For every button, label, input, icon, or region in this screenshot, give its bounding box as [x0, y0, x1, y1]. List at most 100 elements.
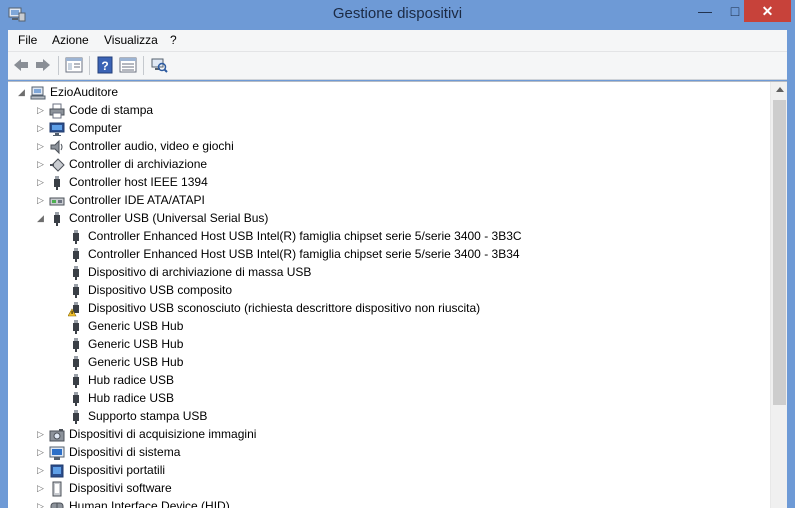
tree-node-label: Generic USB Hub: [88, 355, 184, 369]
tree-device[interactable]: Controller Enhanced Host USB Intel(R) fa…: [8, 246, 768, 264]
properties-view-icon[interactable]: [65, 56, 83, 74]
tree-node-label: Generic USB Hub: [88, 337, 184, 351]
toolbar-separator: [58, 56, 59, 75]
tree-category[interactable]: ▷ Dispositivi di sistema: [8, 444, 768, 462]
printer-icon: [49, 103, 65, 119]
tree-device[interactable]: Generic USB Hub: [8, 318, 768, 336]
expand-arrow-icon[interactable]: ▷: [37, 160, 45, 169]
forward-icon[interactable]: [34, 56, 52, 74]
toolbar-separator: [89, 56, 90, 75]
computer-icon: [49, 122, 65, 136]
scan-hardware-icon[interactable]: [150, 56, 168, 74]
close-button[interactable]: ✕: [744, 0, 791, 22]
software-device-icon: [52, 481, 62, 497]
tree-device[interactable]: Generic USB Hub: [8, 336, 768, 354]
minimize-button[interactable]: —: [688, 0, 722, 22]
vertical-scrollbar[interactable]: [770, 82, 787, 508]
tree-node-label: Dispositivo USB sconosciuto (richiesta d…: [88, 301, 481, 315]
title-bar[interactable]: Gestione dispositivi — □ ✕: [0, 0, 795, 30]
back-icon[interactable]: [12, 56, 30, 74]
scroll-thumb[interactable]: [773, 100, 786, 405]
tree-node-label: Dispositivi di acquisizione immagini: [69, 427, 257, 441]
usb-plug-icon: [54, 212, 60, 226]
storage-controller-icon: [50, 158, 65, 172]
tree-category[interactable]: ▷ Code di stampa: [8, 102, 768, 120]
usb-plug-icon: [54, 176, 60, 190]
help-icon[interactable]: ?: [96, 56, 114, 74]
tree-device[interactable]: Supporto stampa USB: [8, 408, 768, 426]
tree-category[interactable]: ◢ Controller USB (Universal Serial Bus): [8, 210, 768, 228]
tree-device[interactable]: Dispositivo di archiviazione di massa US…: [8, 264, 768, 282]
tree-category[interactable]: ▷ Computer: [8, 120, 768, 138]
camera-icon: [49, 429, 65, 442]
device-view-icon[interactable]: [119, 56, 137, 74]
expand-arrow-icon[interactable]: ▷: [37, 448, 45, 457]
collapse-arrow-icon[interactable]: ◢: [18, 88, 26, 97]
menu-help[interactable]: ?: [170, 33, 177, 47]
tree-device[interactable]: Dispositivo USB sconosciuto (richiesta d…: [8, 300, 768, 318]
tree-category[interactable]: ▷ Controller host IEEE 1394: [8, 174, 768, 192]
tree-node-label: Dispositivi software: [69, 481, 172, 495]
usb-plug-icon: [73, 266, 79, 280]
scroll-up-arrow-icon[interactable]: [776, 87, 784, 92]
expand-arrow-icon[interactable]: ▷: [37, 106, 45, 115]
tree-device[interactable]: Hub radice USB: [8, 390, 768, 408]
ide-controller-icon: [49, 197, 65, 206]
usb-plug-icon: [73, 230, 79, 244]
speaker-icon: [50, 139, 63, 155]
tree-node-label: Controller audio, video e giochi: [69, 139, 234, 153]
toolbar-separator: [143, 56, 144, 75]
tree-node-label: Controller Enhanced Host USB Intel(R) fa…: [88, 247, 520, 261]
usb-plug-icon: [73, 338, 79, 352]
tree-node-label: Generic USB Hub: [88, 319, 184, 333]
tree-node-label: Controller di archiviazione: [69, 157, 208, 171]
expand-arrow-icon[interactable]: ▷: [37, 196, 45, 205]
tree-device[interactable]: Generic USB Hub: [8, 354, 768, 372]
menu-azione[interactable]: Azione: [52, 33, 89, 47]
tree-node-label: Controller USB (Universal Serial Bus): [69, 211, 269, 225]
menu-visualizza[interactable]: Visualizza: [104, 33, 158, 47]
collapse-arrow-icon[interactable]: ◢: [37, 214, 45, 223]
expand-arrow-icon[interactable]: ▷: [37, 124, 45, 133]
usb-plug-icon: [73, 248, 79, 262]
expand-arrow-icon[interactable]: ▷: [37, 466, 45, 475]
window-title: Gestione dispositivi: [332, 5, 463, 22]
device-tree[interactable]: ◢ EzioAuditore ▷ Code di stampa ▷ Computer ▷ Co…: [8, 81, 787, 508]
tree-node-label: Hub radice USB: [88, 373, 175, 387]
expand-arrow-icon[interactable]: ▷: [37, 484, 45, 493]
expand-arrow-icon[interactable]: ▷: [37, 502, 45, 508]
toolbar: ?: [8, 52, 787, 80]
usb-warning-icon: [68, 302, 79, 317]
tree-category[interactable]: ▷ Controller di archiviazione: [8, 156, 768, 174]
tree-node-label: Dispositivo di archiviazione di massa US…: [88, 265, 312, 279]
tree-category[interactable]: ▷ Dispositivi portatili: [8, 462, 768, 480]
portable-device-icon: [50, 464, 64, 478]
tree-node-label: Supporto stampa USB: [88, 409, 208, 423]
tree-category[interactable]: ▷ Dispositivi software: [8, 480, 768, 498]
tree-node-label: EzioAuditore: [50, 85, 119, 99]
expand-arrow-icon[interactable]: ▷: [37, 430, 45, 439]
menu-file[interactable]: File: [18, 33, 37, 47]
system-devices-icon: [49, 446, 65, 460]
tree-device[interactable]: Dispositivo USB composito: [8, 282, 768, 300]
tree-device[interactable]: Controller Enhanced Host USB Intel(R) fa…: [8, 228, 768, 246]
tree-node-label: Code di stampa: [69, 103, 154, 117]
tree-category[interactable]: ▷ Controller audio, video e giochi: [8, 138, 768, 156]
expand-arrow-icon[interactable]: ▷: [37, 142, 45, 151]
svg-text:?: ?: [101, 59, 108, 73]
expand-arrow-icon[interactable]: ▷: [37, 178, 45, 187]
tree-node-label: Controller IDE ATA/ATAPI: [69, 193, 205, 207]
tree-node-label: Controller host IEEE 1394: [69, 175, 208, 189]
usb-plug-icon: [73, 284, 79, 298]
tree-root-computer[interactable]: ◢ EzioAuditore: [8, 84, 768, 102]
usb-plug-icon: [73, 410, 79, 424]
usb-plug-icon: [73, 356, 79, 370]
computer-root-icon: [30, 86, 46, 100]
tree-device[interactable]: Hub radice USB: [8, 372, 768, 390]
tree-node-label: Dispositivi portatili: [69, 463, 166, 477]
tree-category[interactable]: ▷ Controller IDE ATA/ATAPI: [8, 192, 768, 210]
menu-bar: File Azione Visualizza ?: [8, 30, 787, 52]
tree-node-label: Controller Enhanced Host USB Intel(R) fa…: [88, 229, 522, 243]
usb-plug-icon: [73, 320, 79, 334]
tree-category[interactable]: ▷ Dispositivi di acquisizione immagini: [8, 426, 768, 444]
